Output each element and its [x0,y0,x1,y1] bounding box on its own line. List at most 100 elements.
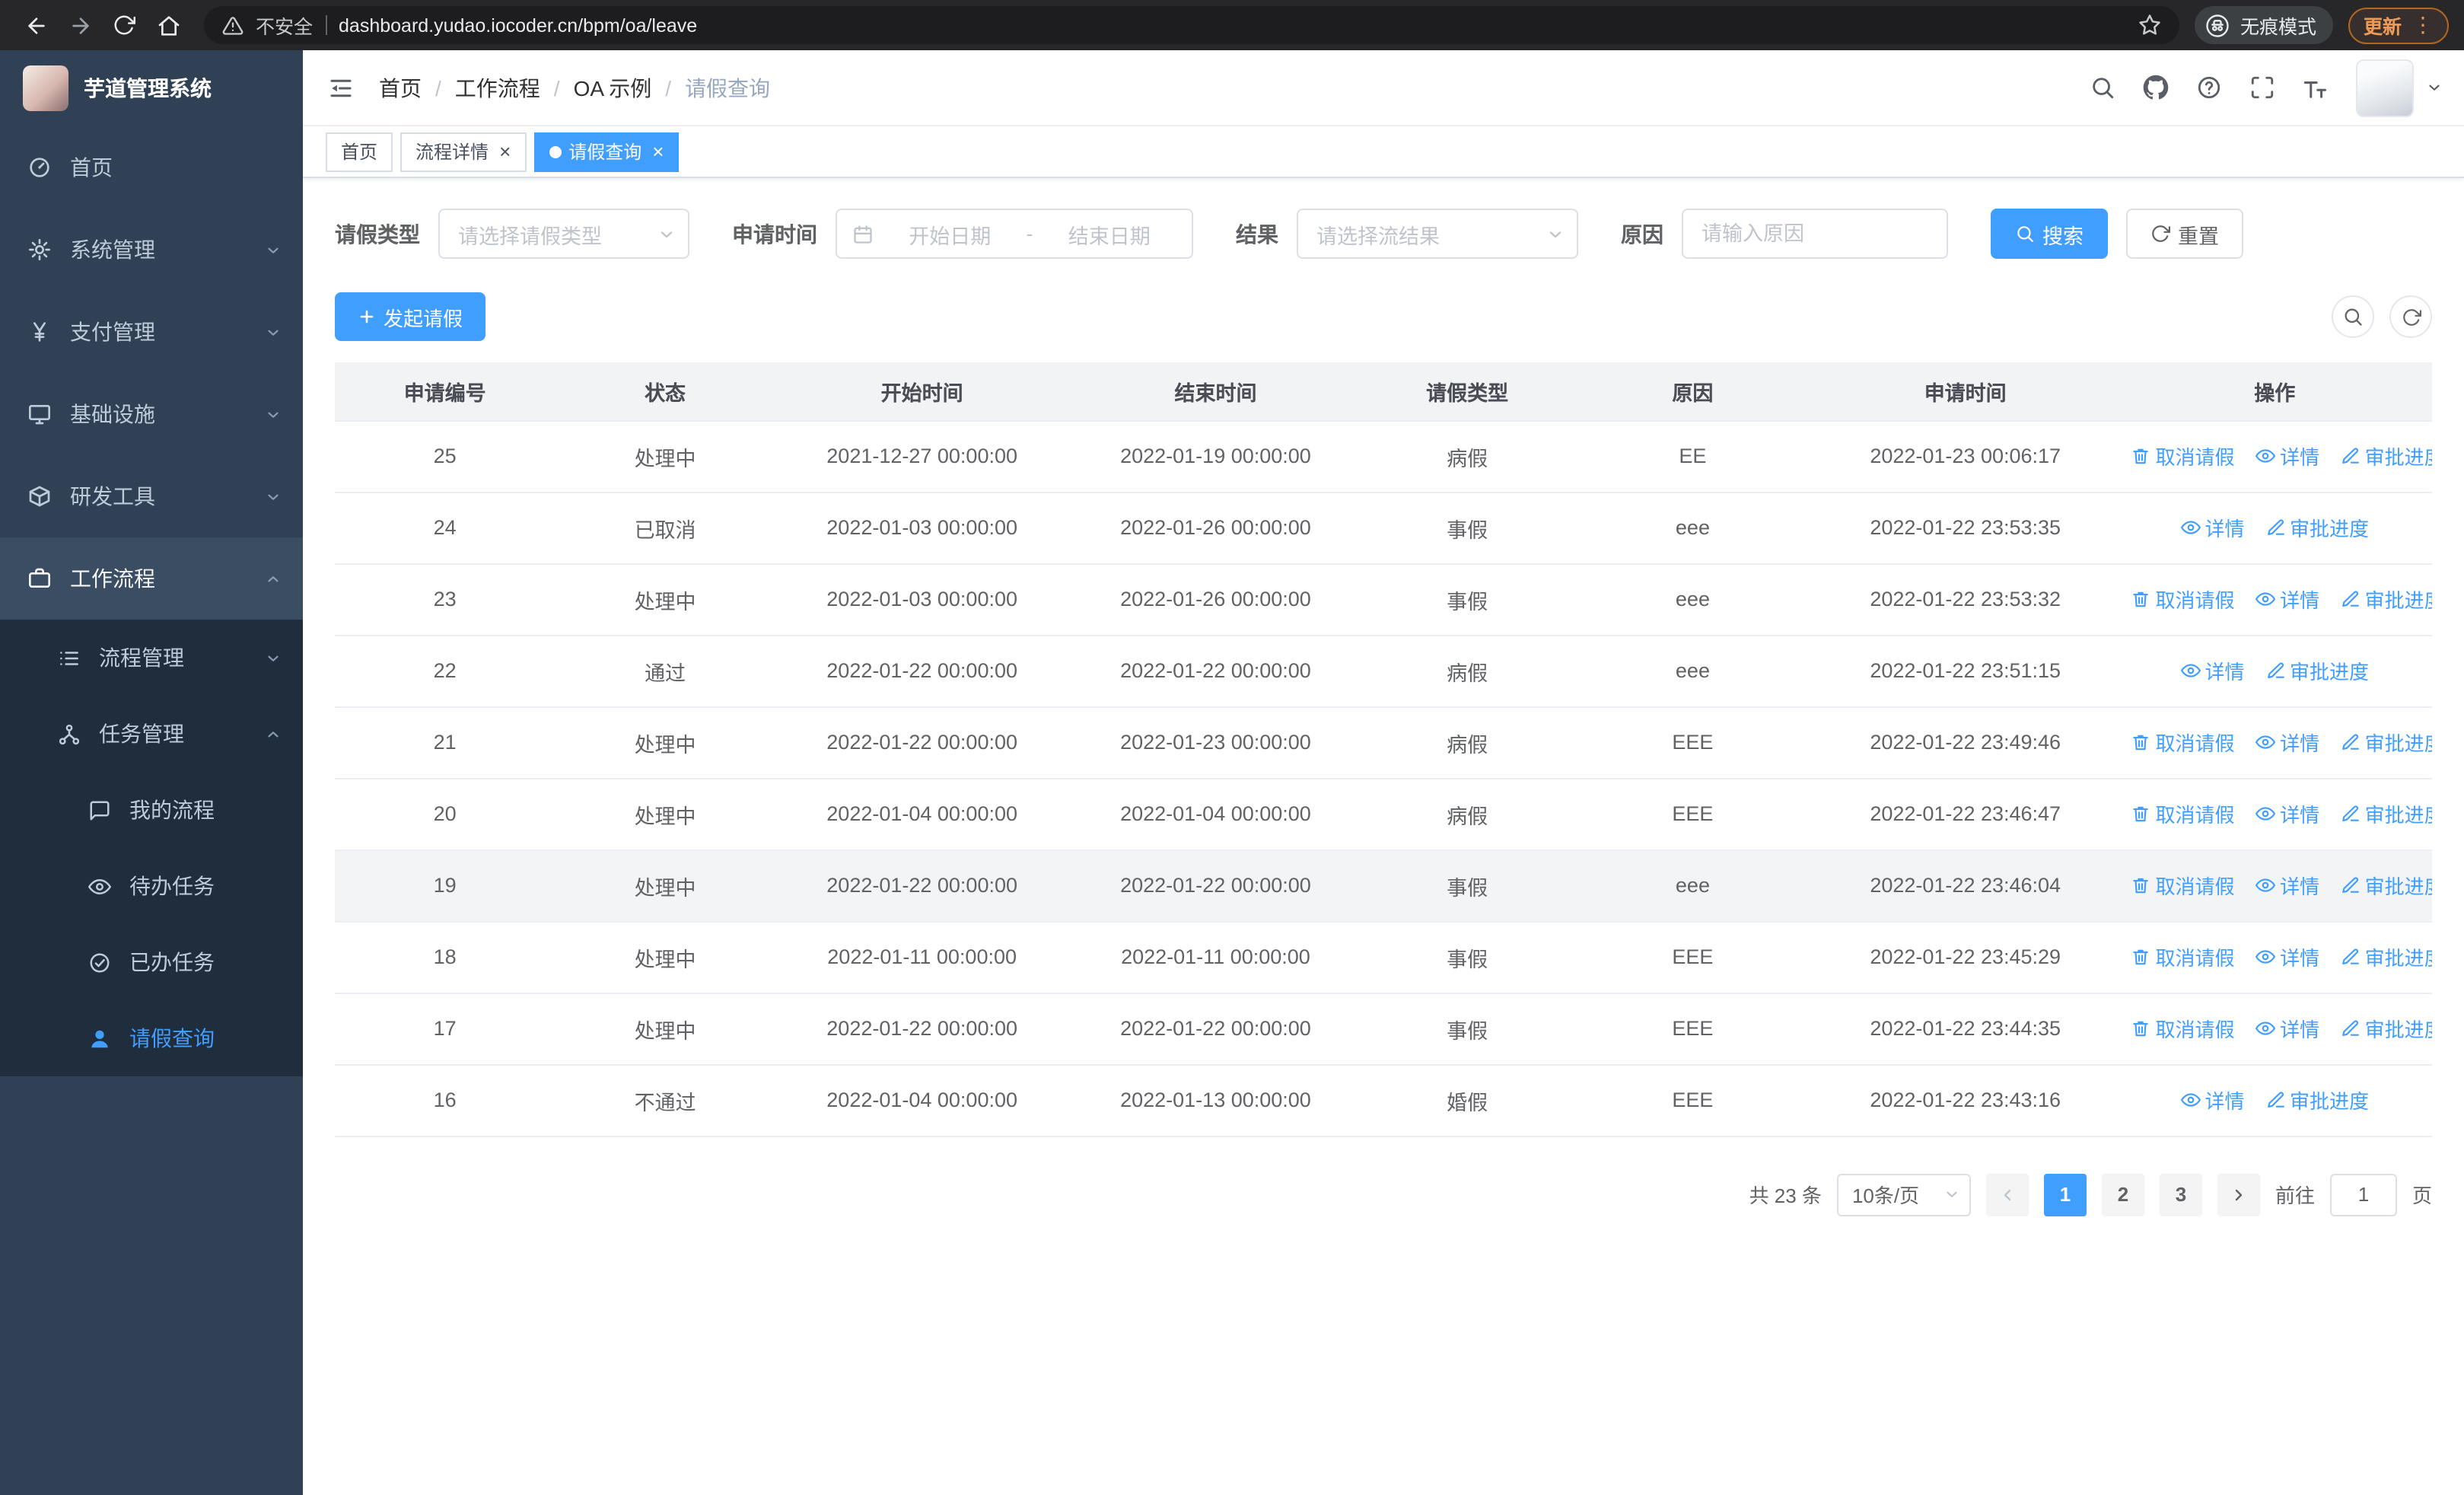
cell-reason: eee [1571,850,1813,922]
search-button[interactable]: 搜索 [1991,209,2108,259]
sidebar-item-my-process[interactable]: 我的流程 [0,772,303,848]
goto-page-input[interactable] [2329,1173,2397,1216]
sidebar-item-dev-tools[interactable]: 研发工具 [0,455,303,537]
close-icon[interactable]: × [652,142,664,161]
toggle-search-button[interactable] [2332,295,2374,338]
browser-update-button[interactable]: 更新 ⋮ [2348,7,2449,43]
github-link[interactable] [2134,66,2176,109]
approval-progress-link[interactable]: 审批进度 [2341,799,2432,828]
approval-progress-link[interactable]: 审批进度 [2341,585,2432,614]
approval-progress-link[interactable]: 审批进度 [2341,441,2432,470]
page-button-2[interactable]: 2 [2101,1173,2144,1216]
sidebar-item-todo-tasks[interactable]: 待办任务 [0,848,303,924]
sidebar-item-home[interactable]: 首页 [0,126,303,209]
sidebar-item-infrastructure[interactable]: 基础设施 [0,373,303,455]
sidebar-item-payment-mgmt[interactable]: 支付管理 [0,291,303,373]
browser-menu-icon[interactable]: ⋮ [2412,12,2434,38]
sidebar-item-leave-query[interactable]: 请假查询 [0,1000,303,1076]
browser-home-button[interactable] [148,5,189,46]
sidebar-item-system-mgmt[interactable]: 系统管理 [0,209,303,291]
cell-status: 处理中 [555,921,775,993]
browser-forward-button[interactable] [59,5,100,46]
apply-time-range-picker[interactable]: 开始日期 - 结束日期 [836,209,1193,259]
app-logo[interactable]: 芋道管理系统 [0,50,303,126]
result-placeholder: 请选择流结果 [1316,225,1440,247]
detail-link[interactable]: 详情 [2255,728,2319,757]
sidebar-item-label: 首页 [70,155,113,180]
cell-reason: EEE [1571,706,1813,779]
user-avatar[interactable] [2356,59,2414,116]
sidebar-item-task-mgmt[interactable]: 任务管理 [0,696,303,772]
detail-link[interactable]: 详情 [2180,1085,2244,1114]
forward-arrow-icon [68,13,92,37]
cancel-leave-link[interactable]: 取消请假 [2131,942,2235,971]
detail-link[interactable]: 详情 [2180,656,2244,685]
next-page-button[interactable] [2217,1173,2260,1216]
approval-progress-link[interactable]: 审批进度 [2341,1014,2432,1043]
detail-link[interactable]: 详情 [2255,942,2319,971]
approval-progress-link[interactable]: 审批进度 [2341,871,2432,900]
breadcrumb-item-workflow[interactable]: 工作流程 [455,72,540,103]
cancel-leave-link[interactable]: 取消请假 [2131,728,2235,757]
eye-icon [2180,518,2200,537]
approval-progress-link[interactable]: 审批进度 [2341,728,2432,757]
approval-progress-link[interactable]: 审批进度 [2265,656,2369,685]
create-leave-button[interactable]: 发起请假 [335,292,486,341]
pen-icon [2265,1090,2285,1110]
cancel-leave-link[interactable]: 取消请假 [2131,441,2235,470]
detail-link[interactable]: 详情 [2255,871,2319,900]
box-icon [27,484,52,508]
detail-link[interactable]: 详情 [2255,585,2319,614]
breadcrumb-item-oa-example[interactable]: OA 示例 [574,72,652,103]
detail-link[interactable]: 详情 [2255,441,2319,470]
page-size-select[interactable]: 10条/页 [1836,1173,1971,1216]
help-button[interactable] [2187,66,2230,109]
cell-reason: eee [1571,563,1813,636]
close-icon[interactable]: × [499,142,511,161]
org-chart-icon [58,722,81,745]
sidebar-item-workflow[interactable]: 工作流程 [0,537,303,620]
cancel-leave-link[interactable]: 取消请假 [2131,871,2235,900]
page-button-3[interactable]: 3 [2159,1173,2202,1216]
detail-link[interactable]: 详情 [2255,1014,2319,1043]
calendar-icon [852,223,874,244]
detail-link[interactable]: 详情 [2255,799,2319,828]
cancel-leave-link[interactable]: 取消请假 [2131,799,2235,828]
refresh-table-button[interactable] [2389,295,2432,338]
browser-back-button[interactable] [15,5,56,46]
tab-home[interactable]: 首页 [326,132,393,171]
chevron-down-icon[interactable] [2426,79,2443,96]
goto-label: 前往 [2275,1184,2315,1207]
prev-page-button[interactable] [1985,1173,2029,1216]
header-search-button[interactable] [2080,66,2123,109]
breadcrumb-item-home[interactable]: 首页 [379,72,422,103]
tab-process-detail[interactable]: 流程详情 × [400,132,527,171]
address-bar[interactable]: 不安全 dashboard.yudao.iocoder.cn/bpm/oa/le… [204,6,2179,44]
browser-refresh-button[interactable] [103,5,145,46]
approval-progress-link[interactable]: 审批进度 [2265,513,2369,542]
bookmark-star-icon[interactable] [2138,14,2161,37]
reset-button[interactable]: 重置 [2126,209,2243,259]
cell-apply-time: 2022-01-22 23:44:35 [1813,993,2118,1065]
reason-input[interactable] [1682,209,1948,259]
yen-icon [27,320,52,344]
col-reason: 原因 [1571,362,1813,421]
sidebar-item-process-mgmt[interactable]: 流程管理 [0,620,303,696]
sidebar-toggle-button[interactable] [303,50,379,125]
tab-leave-query[interactable]: 请假查询 × [533,132,680,171]
page-button-1[interactable]: 1 [2043,1173,2087,1216]
approval-progress-link[interactable]: 审批进度 [2265,1085,2369,1114]
cell-end-time: 2022-01-23 00:00:00 [1068,706,1363,779]
pen-icon [2341,804,2361,824]
cancel-leave-link[interactable]: 取消请假 [2131,585,2235,614]
cell-status: 处理中 [555,706,775,779]
detail-link[interactable]: 详情 [2180,513,2244,542]
cancel-leave-link[interactable]: 取消请假 [2131,1014,2235,1043]
total-count: 共 23 条 [1749,1184,1822,1207]
sidebar-item-done-tasks[interactable]: 已办任务 [0,924,303,1000]
leave-type-select[interactable]: 请选择请假类型 [438,209,689,259]
result-select[interactable]: 请选择流结果 [1297,209,1578,259]
approval-progress-link[interactable]: 审批进度 [2341,942,2432,971]
font-size-button[interactable] [2294,66,2336,109]
fullscreen-button[interactable] [2240,66,2283,109]
